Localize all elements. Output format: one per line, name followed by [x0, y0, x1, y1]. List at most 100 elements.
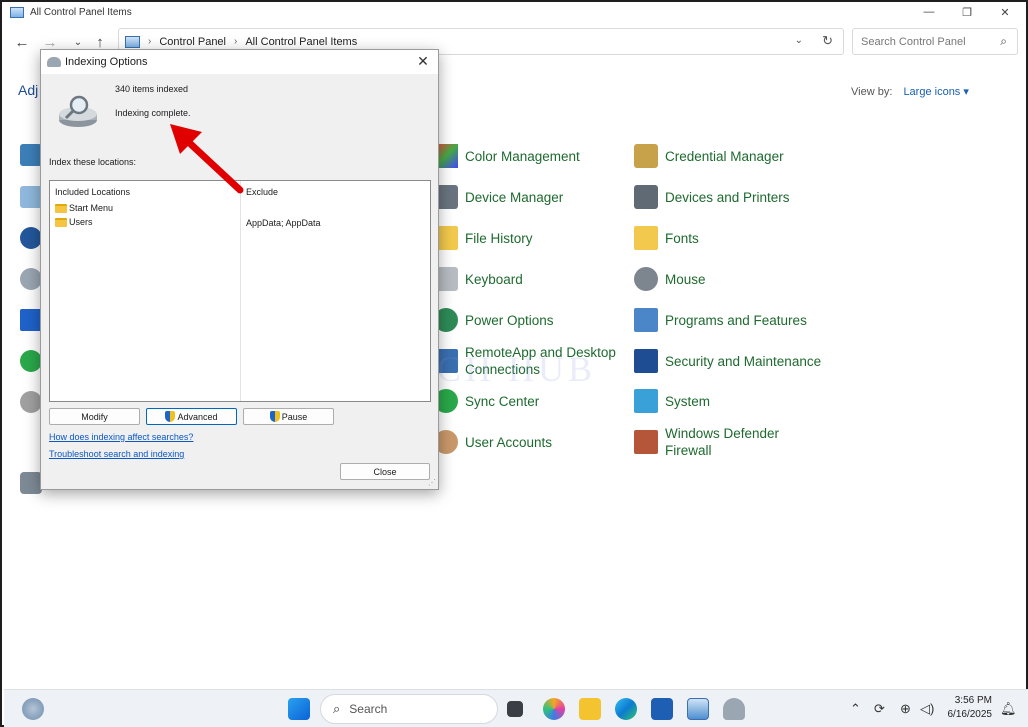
indexing-options-icon[interactable] [723, 698, 745, 720]
item-system[interactable]: System [634, 389, 710, 413]
resize-grip-icon[interactable]: ⋰ [428, 478, 436, 487]
back-arrow-icon[interactable]: ← [12, 32, 32, 52]
view-by-dropdown[interactable]: Large icons ▾ [903, 86, 968, 98]
notification-bell-icon[interactable]: 🔔︎ [1000, 701, 1017, 717]
left-item-icon[interactable] [20, 309, 42, 331]
indexing-options-dialog: Indexing Options ✕ 340 items indexed Ind… [40, 49, 439, 490]
search-placeholder: Search Control Panel [861, 36, 966, 48]
indexing-status: Indexing complete. [115, 108, 191, 118]
devices-printers-icon [634, 185, 658, 209]
clock-date: 6/16/2025 [947, 709, 993, 720]
chevron-up-icon[interactable]: ⌃ [850, 701, 861, 717]
view-by-control: View by: Large icons ▾ [851, 85, 969, 98]
taskbar: ⌕ Search ⌃ ⟳ ⊕ ◁) 3:56 PM 6/16/2025 🔔︎ [4, 689, 1028, 727]
refresh-icon[interactable]: ↻ [822, 33, 833, 49]
index-locations-label: Index these locations: [49, 157, 137, 167]
list-item[interactable]: Users [55, 217, 93, 227]
item-credential-manager[interactable]: Credential Manager [634, 144, 784, 168]
red-arrow-icon [170, 124, 244, 194]
window-controls: — ❐ ✕ [910, 4, 1024, 20]
item-file-history[interactable]: File History [434, 226, 533, 250]
left-item-icon[interactable] [20, 144, 42, 166]
mouse-icon [634, 267, 658, 291]
file-explorer-icon[interactable] [579, 698, 601, 720]
chevron-right-icon[interactable]: › [148, 36, 151, 47]
item-firewall[interactable]: Windows Defender Firewall [634, 425, 779, 459]
programs-features-icon [634, 308, 658, 332]
search-icon: ⌕ [333, 701, 341, 716]
control-panel-icon [10, 6, 24, 18]
search-input[interactable]: Search Control Panel ⌕ [852, 28, 1018, 55]
maximize-button[interactable]: ❐ [948, 4, 986, 20]
store-icon[interactable] [651, 698, 673, 720]
window-title: All Control Panel Items [30, 6, 132, 18]
item-sync-center[interactable]: Sync Center [434, 389, 539, 413]
copilot-icon[interactable] [543, 698, 565, 720]
control-panel-icon[interactable] [687, 698, 709, 720]
uac-shield-icon [165, 411, 176, 422]
search-icon: ⌕ [1000, 34, 1007, 48]
item-security-maintenance[interactable]: Security and Maintenance [634, 349, 821, 373]
taskbar-search[interactable]: ⌕ Search [320, 694, 498, 724]
control-panel-icon [125, 35, 140, 48]
item-mouse[interactable]: Mouse [634, 267, 706, 291]
task-view-icon[interactable] [507, 701, 523, 717]
weather-widget-icon[interactable] [22, 698, 44, 720]
volume-icon[interactable]: ◁) [920, 701, 934, 717]
control-panel-window: All Control Panel Items — ❐ ✕ ← → ⌄ ↑ › … [0, 0, 1028, 727]
dialog-title: Indexing Options [65, 56, 148, 68]
item-user-accounts[interactable]: User Accounts [434, 430, 552, 454]
system-clock[interactable]: 3:56 PM 6/16/2025 [944, 694, 993, 722]
edge-browser-icon[interactable] [615, 698, 637, 720]
exclude-value: AppData; AppData [246, 218, 321, 228]
modify-button[interactable]: Modify [49, 408, 140, 425]
close-button[interactable]: ✕ [986, 4, 1024, 20]
indexing-affect-link[interactable]: How does indexing affect searches? [49, 432, 193, 442]
item-fonts[interactable]: Fonts [634, 226, 699, 250]
indexing-icon [47, 57, 61, 67]
dialog-title-bar: Indexing Options ✕ [41, 50, 438, 74]
item-programs-features[interactable]: Programs and Features [634, 308, 807, 332]
dialog-close-button[interactable]: Close [340, 463, 430, 480]
view-by-label: View by: [851, 86, 893, 98]
item-color-management[interactable]: Color Management [434, 144, 580, 168]
locations-list[interactable]: Included Locations Exclude Start Menu Us… [49, 180, 431, 402]
items-indexed-count: 340 items indexed [115, 84, 189, 94]
left-item-icon[interactable] [20, 350, 42, 372]
left-item-icon[interactable] [20, 227, 42, 249]
left-item-icon[interactable] [20, 472, 42, 494]
breadcrumb-all-items[interactable]: All Control Panel Items [245, 36, 357, 48]
left-item-icon[interactable] [20, 186, 42, 208]
chevron-down-icon[interactable]: ⌄ [795, 35, 803, 46]
troubleshoot-link[interactable]: Troubleshoot search and indexing [49, 449, 184, 459]
pause-button[interactable]: Pause [243, 408, 334, 425]
uac-shield-icon [269, 411, 280, 422]
item-power-options[interactable]: Power Options [434, 308, 554, 332]
fonts-icon [634, 226, 658, 250]
clock-time: 3:56 PM [954, 695, 992, 706]
dialog-close-icon[interactable]: ✕ [414, 53, 432, 70]
credential-manager-icon [634, 144, 658, 168]
advanced-button[interactable]: Advanced [146, 408, 237, 425]
indexing-large-icon [59, 95, 97, 127]
system-icon [634, 389, 658, 413]
item-device-manager[interactable]: Device Manager [434, 185, 563, 209]
item-devices-printers[interactable]: Devices and Printers [634, 185, 790, 209]
view-by-value: Large icons [903, 86, 961, 98]
list-item[interactable]: Start Menu [55, 203, 113, 213]
item-keyboard[interactable]: Keyboard [434, 267, 523, 291]
column-header-included[interactable]: Included Locations [55, 187, 130, 197]
network-icon[interactable]: ⊕ [900, 701, 911, 717]
start-menu-icon[interactable] [288, 698, 310, 720]
minimize-button[interactable]: — [910, 4, 948, 20]
chevron-right-icon[interactable]: › [234, 36, 237, 47]
left-item-icon[interactable] [20, 391, 42, 413]
folder-icon [55, 217, 67, 227]
page-heading: Adj [18, 82, 39, 98]
firewall-icon [634, 430, 658, 454]
breadcrumb-control-panel[interactable]: Control Panel [159, 36, 226, 48]
left-item-icon[interactable] [20, 268, 42, 290]
sync-status-icon[interactable]: ⟳ [874, 701, 885, 717]
folder-icon [55, 203, 67, 213]
column-divider [240, 181, 241, 401]
